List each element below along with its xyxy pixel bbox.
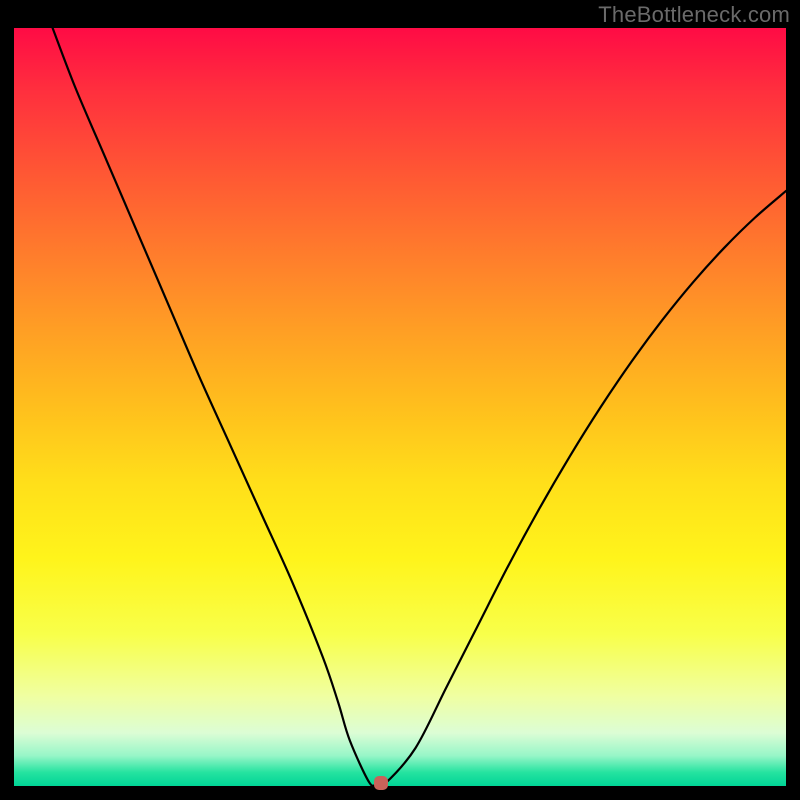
curve-svg — [14, 28, 786, 786]
plot-area — [14, 28, 786, 786]
optimum-marker — [374, 776, 388, 790]
watermark-text: TheBottleneck.com — [598, 2, 790, 28]
bottleneck-curve — [53, 28, 786, 786]
chart-frame: TheBottleneck.com — [0, 0, 800, 800]
